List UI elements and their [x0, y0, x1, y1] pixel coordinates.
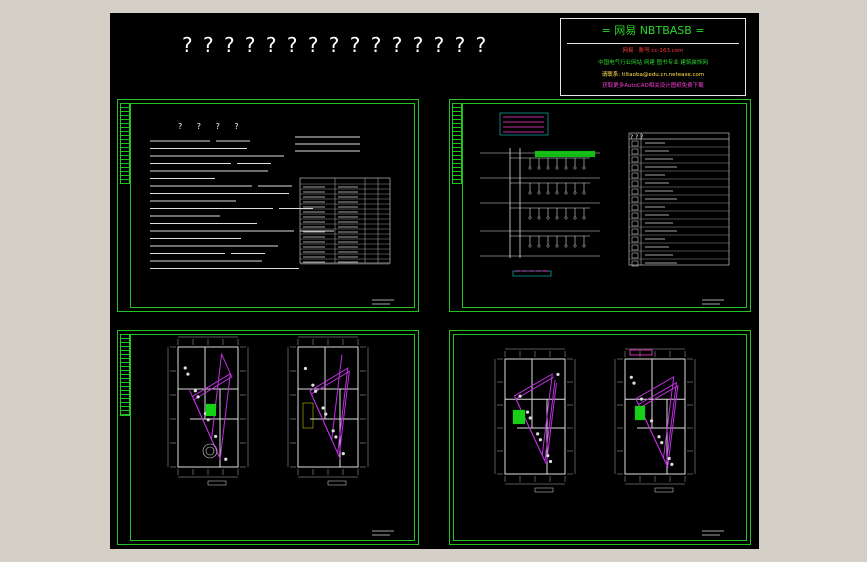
circuit-node [546, 166, 550, 170]
wiring-run [193, 352, 233, 446]
fixture-symbol [214, 434, 218, 439]
wiring-run [636, 384, 679, 469]
equipment-table [299, 177, 391, 264]
fixture-symbol [303, 366, 308, 371]
fixture-symbol [660, 440, 664, 445]
legend-symbol [631, 212, 639, 219]
panel-board [534, 150, 596, 158]
circuit-node [546, 244, 550, 248]
panel-box [205, 403, 217, 417]
floor-plan-outline [297, 346, 359, 468]
fixture-symbol [313, 389, 318, 393]
legend-symbol [631, 164, 639, 171]
circuit-node [564, 216, 568, 220]
circuit-node [555, 166, 559, 170]
circuit-node [564, 191, 568, 195]
legend-table [628, 132, 730, 266]
legend-symbol [631, 188, 639, 195]
fixture-symbol [186, 372, 190, 376]
legend-symbol [631, 220, 639, 227]
circuit-node [564, 244, 568, 248]
drawing-geometry [150, 112, 730, 536]
fixture-symbol [546, 454, 550, 458]
legend-symbol [631, 244, 639, 251]
circuit-node [573, 191, 577, 195]
panel-box [634, 405, 646, 421]
circuit-node [582, 244, 586, 248]
round-fixture [205, 446, 215, 456]
legend-symbol [631, 140, 639, 147]
plan-label [629, 349, 653, 356]
plan-title-bar [534, 487, 554, 493]
floor-plan-outline [624, 358, 686, 475]
circuit-node [528, 244, 532, 248]
legend-symbol [631, 228, 639, 235]
plan-title-bar [327, 480, 347, 486]
legend-symbol [631, 148, 639, 155]
cad-drawing-canvas[interactable]: ? ? ? ? ? ? ? ? ? ? ? ? ? ? ? = 网易 NBTBA… [110, 13, 759, 549]
circuit-node [537, 166, 541, 170]
fixture-symbol [324, 412, 328, 416]
circuit-node [564, 166, 568, 170]
plan-title-bar [654, 487, 674, 493]
fixture-symbol [649, 419, 654, 423]
legend-symbol [631, 252, 639, 259]
riser-title-bar [512, 270, 552, 277]
fixture-symbol [538, 438, 542, 442]
fixture-symbol [670, 462, 674, 466]
fixture-symbol [331, 429, 335, 433]
circuit-node [537, 191, 541, 195]
circuit-node [555, 244, 559, 248]
fixture-symbol [311, 383, 315, 387]
plan-title-bar [207, 480, 227, 486]
circuit-node [582, 191, 586, 195]
fixture-symbol [193, 389, 197, 393]
fixture-symbol [518, 394, 522, 398]
fixture-symbol [321, 406, 325, 410]
fixture-symbol [536, 432, 540, 436]
fixture-symbol [632, 381, 636, 385]
panel-box [512, 409, 526, 425]
circuit-node [555, 191, 559, 195]
round-fixture [202, 443, 218, 459]
legend-symbol [631, 180, 639, 187]
circuit-node [582, 216, 586, 220]
circuit-node [528, 191, 532, 195]
fixture-symbol [341, 452, 345, 456]
fixture-symbol [206, 418, 210, 422]
fixture-symbol [334, 435, 338, 439]
fixture-symbol [657, 435, 661, 439]
legend-symbol [631, 204, 639, 211]
circuit-node [573, 244, 577, 248]
fixture-symbol [548, 459, 553, 464]
circuit-node [573, 216, 577, 220]
circuit-node [546, 191, 550, 195]
circuit-node [537, 244, 541, 248]
wiring-run [309, 367, 349, 460]
fixture-symbol [183, 366, 187, 370]
stair [302, 402, 314, 429]
fixture-symbol [528, 416, 532, 420]
circuit-node [528, 216, 532, 220]
fixture-symbol [556, 372, 560, 377]
circuit-node [546, 216, 550, 220]
fixture-symbol [525, 410, 530, 414]
legend-symbol [631, 236, 639, 243]
circuit-node [573, 166, 577, 170]
wiring-run [189, 372, 231, 461]
legend-symbol [631, 172, 639, 179]
circuit-node [528, 166, 532, 170]
fixture-symbol [667, 456, 671, 461]
fixture-symbol [629, 375, 633, 379]
fixture-symbol [224, 457, 228, 461]
legend-symbol [631, 156, 639, 163]
legend-symbol [631, 196, 639, 203]
fixture-symbol [196, 395, 200, 399]
fixture-symbol [639, 397, 644, 401]
circuit-node [555, 216, 559, 220]
circuit-node [537, 216, 541, 220]
circuit-node [582, 166, 586, 170]
